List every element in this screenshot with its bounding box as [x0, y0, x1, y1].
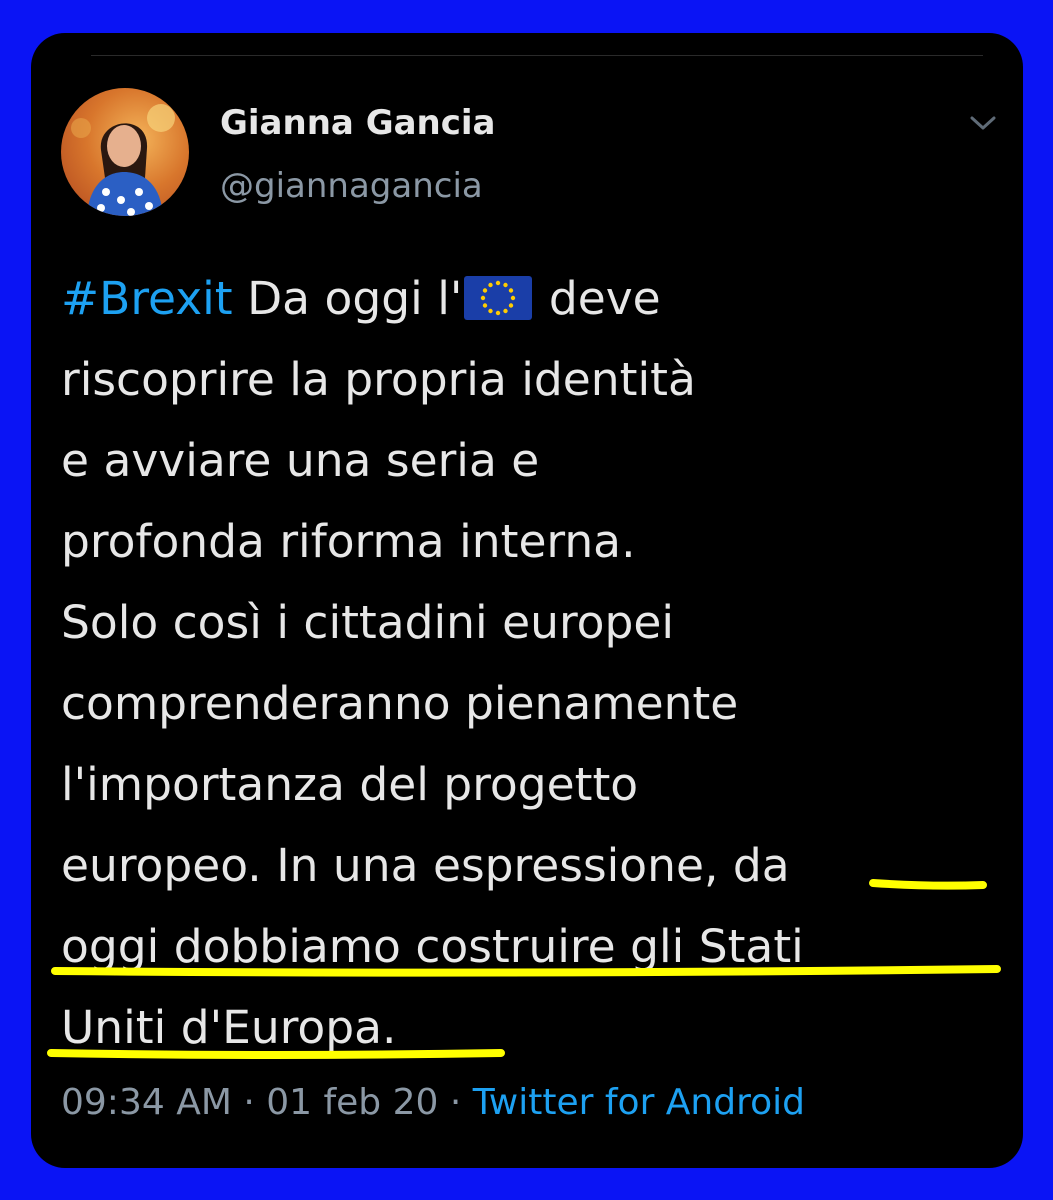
avatar[interactable]	[61, 88, 189, 216]
chevron-down-icon[interactable]	[968, 113, 998, 133]
tweet-text-segment: Da oggi l'	[232, 272, 463, 325]
tweet-card: Gianna Gancia @giannagancia #Brexit Da o…	[31, 33, 1023, 1168]
tweet-text-line: oggi dobbiamo costruire gli Stati	[61, 920, 804, 973]
tweet-text-segment: deve	[534, 272, 661, 325]
meta-separator: ·	[438, 1082, 473, 1123]
tweet-meta: 09:34 AM · 01 feb 20 · Twitter for Andro…	[61, 1083, 805, 1123]
eu-flag-emoji	[462, 274, 534, 322]
tweet-text-line: Solo così i cittadini europei	[61, 596, 675, 649]
tweet-text-line: europeo. In una espressione, da	[61, 839, 790, 892]
tweet-text: #Brexit Da oggi l' deve riscoprire la pr…	[61, 258, 1011, 1068]
divider	[91, 55, 983, 56]
tweet-text-line: l'importanza del progetto	[61, 758, 639, 811]
tweet-text-line: comprenderanno pienamente	[61, 677, 739, 730]
tweet-time[interactable]: 09:34 AM	[61, 1082, 232, 1123]
hashtag-link[interactable]: #Brexit	[61, 272, 233, 325]
tweet-text-line: Uniti d'Europa.	[61, 1001, 397, 1054]
author-display-name[interactable]: Gianna Gancia	[220, 103, 496, 143]
tweet-text-line: profonda riforma interna.	[61, 515, 636, 568]
author-handle[interactable]: @giannagancia	[220, 166, 483, 206]
tweet-text-line: riscoprire la propria identità	[61, 353, 696, 406]
tweet-text-line: e avviare una seria e	[61, 434, 540, 487]
tweet-date[interactable]: 01 feb 20	[266, 1082, 438, 1123]
meta-separator: ·	[231, 1082, 267, 1123]
tweet-source-link[interactable]: Twitter for Android	[473, 1082, 805, 1123]
